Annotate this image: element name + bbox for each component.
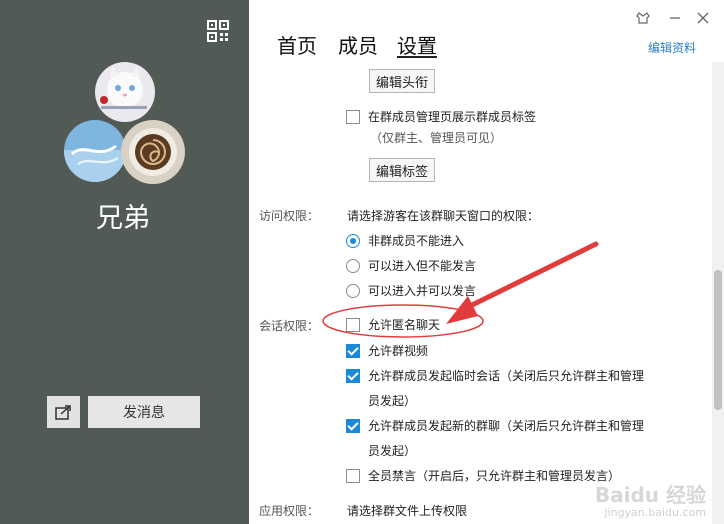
access-option-row[interactable]: 非群成员不能进入	[346, 232, 464, 249]
temp-chat-checkbox[interactable]	[346, 368, 360, 383]
chat-permission-label: 会话权限：	[259, 319, 320, 333]
group-settings-panel: 首页 成员 设置 编辑资料 编辑头衔 在群成员管理页展示群成员标签 （仅群主、管…	[249, 0, 724, 524]
watermark-main: Baidu 经验	[594, 483, 706, 507]
watermark: Baidu 经验 jingyan.baidu.com	[595, 484, 706, 520]
group-video-checkbox[interactable]	[346, 343, 360, 358]
access-option-label: 可以进入但不能发言	[368, 259, 477, 273]
group-video-label: 允许群视频	[368, 344, 429, 358]
watermark-url: jingyan.baidu.com	[604, 506, 706, 519]
access-option-row[interactable]: 可以进入并可以发言	[346, 282, 476, 299]
edit-profile-link[interactable]: 编辑资料	[648, 39, 696, 56]
skin-icon[interactable]	[635, 10, 651, 26]
access-option-label: 非群成员不能进入	[368, 234, 465, 248]
send-message-button[interactable]: 发消息	[88, 396, 200, 428]
member-avatar-cat	[95, 62, 155, 122]
mute-all-checkbox[interactable]	[346, 468, 360, 483]
access-option-radio[interactable]	[346, 258, 360, 273]
new-group-row[interactable]: 允许群成员发起新的群聊（关闭后只允许群主和管理	[346, 417, 644, 434]
scrollbar-thumb[interactable]	[714, 270, 722, 410]
tab-members[interactable]: 成员	[338, 30, 378, 59]
group-profile-panel: 兄弟 发消息	[0, 0, 249, 524]
active-tab-indicator	[397, 56, 437, 58]
anonymous-chat-row[interactable]: 允许匿名聊天	[346, 316, 440, 333]
anonymous-chat-label: 允许匿名聊天	[368, 318, 441, 332]
close-icon[interactable]	[695, 10, 711, 26]
tab-home[interactable]: 首页	[277, 30, 317, 59]
group-video-row[interactable]: 允许群视频	[346, 342, 428, 359]
access-option-radio[interactable]	[346, 233, 360, 248]
share-button[interactable]	[47, 396, 80, 428]
edit-tags-button[interactable]: 编辑标签	[369, 158, 436, 182]
temp-chat-row[interactable]: 允许群成员发起临时会话（关闭后只允许群主和管理	[346, 367, 644, 384]
app-permission-label: 应用权限：	[259, 504, 320, 518]
show-tags-hint: （仅群主、管理员可见）	[370, 131, 503, 145]
show-tags-checkbox[interactable]	[346, 109, 360, 124]
access-option-label: 可以进入并可以发言	[368, 284, 477, 298]
settings-content: 编辑头衔 在群成员管理页展示群成员标签 （仅群主、管理员可见） 编辑标签 访问权…	[249, 62, 711, 524]
new-group-label: 允许群成员发起新的群聊（关闭后只允许群主和管理	[368, 419, 645, 433]
new-group-label-cont: 员发起）	[368, 444, 417, 458]
new-group-checkbox[interactable]	[346, 418, 360, 433]
anonymous-chat-checkbox[interactable]	[346, 317, 360, 332]
temp-chat-label-cont: 员发起）	[368, 394, 417, 408]
edit-title-button[interactable]: 编辑头衔	[369, 69, 436, 93]
access-option-radio[interactable]	[346, 283, 360, 298]
show-tags-row: 在群成员管理页展示群成员标签	[346, 108, 536, 125]
app-permission-prompt: 请选择群文件上传权限	[347, 504, 468, 518]
mute-all-row[interactable]: 全员禁言（开启后，只允许群主和管理员发言）	[346, 467, 620, 484]
member-avatar-sky	[64, 120, 126, 182]
scrollbar[interactable]	[712, 62, 724, 524]
group-name: 兄弟	[96, 203, 150, 234]
access-permission-label: 访问权限：	[259, 209, 320, 223]
tab-settings[interactable]: 设置	[397, 30, 437, 59]
temp-chat-label: 允许群成员发起临时会话（关闭后只允许群主和管理	[368, 369, 645, 383]
mute-all-label: 全员禁言（开启后，只允许群主和管理员发言）	[368, 469, 621, 483]
access-prompt: 请选择游客在该群聊天窗口的权限：	[347, 209, 540, 223]
share-icon	[54, 405, 71, 420]
minimize-icon[interactable]	[667, 10, 683, 26]
access-option-row[interactable]: 可以进入但不能发言	[346, 257, 476, 274]
show-tags-label: 在群成员管理页展示群成员标签	[368, 110, 537, 124]
qr-code-icon[interactable]	[207, 20, 229, 42]
member-avatar-coffee	[121, 120, 185, 184]
